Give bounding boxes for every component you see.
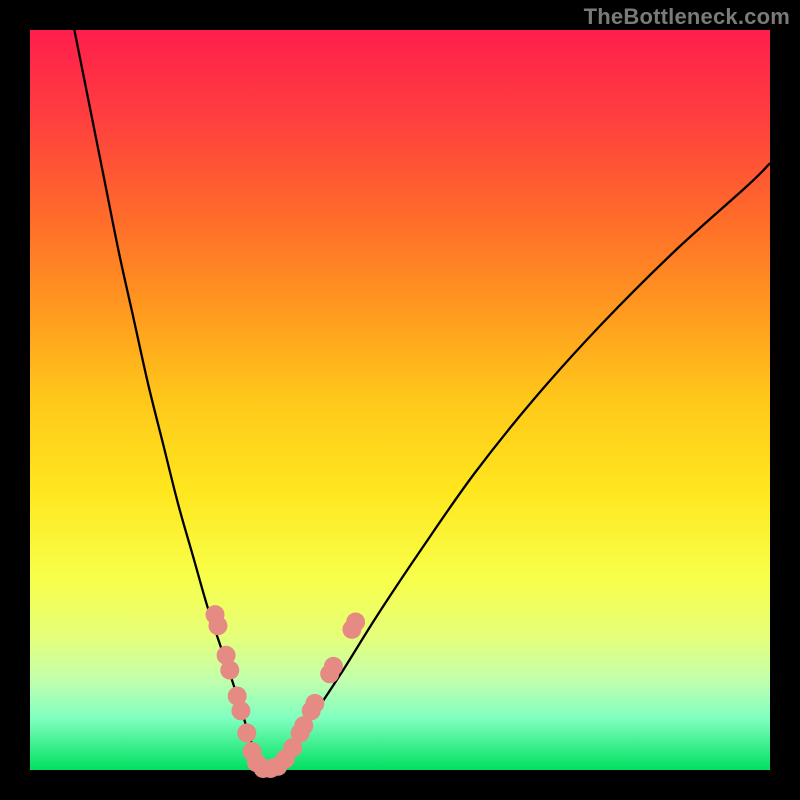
chart-svg [30,30,770,770]
data-marker [346,613,365,632]
curve-right [263,163,770,770]
chart-frame: TheBottleneck.com [0,0,800,800]
plot-area [30,30,770,770]
data-marker [220,661,239,680]
watermark-text: TheBottleneck.com [584,4,790,30]
data-marker [208,616,227,635]
data-marker [324,657,343,676]
data-marker [237,724,256,743]
data-marker [305,694,324,713]
marker-group [206,605,366,778]
data-marker [231,701,250,720]
